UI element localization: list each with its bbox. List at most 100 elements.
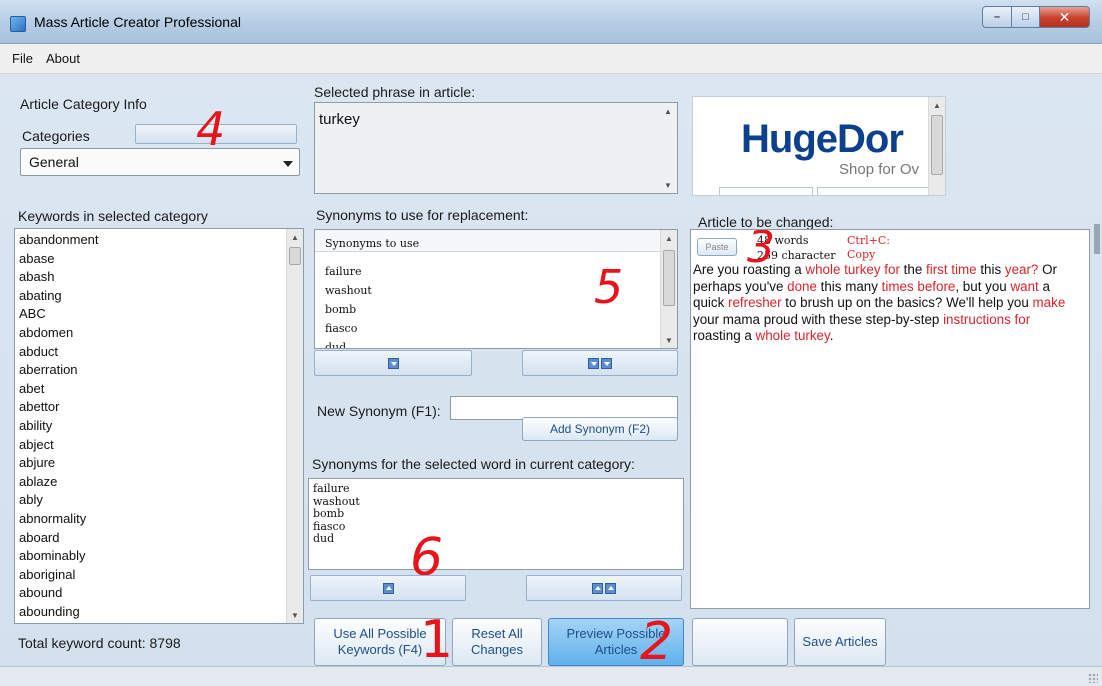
highlighted-phrase[interactable]: refresher [728, 295, 782, 310]
save-articles-button[interactable]: Save Articles [794, 618, 886, 666]
maximize-button[interactable]: □ [1012, 6, 1040, 28]
ad-tab-left [719, 187, 813, 195]
scroll-thumb[interactable] [289, 247, 301, 265]
scroll-down-icon[interactable]: ▼ [661, 332, 677, 348]
list-item[interactable]: ability [19, 417, 99, 436]
list-item[interactable]: abettor [19, 398, 99, 417]
highlighted-phrase[interactable]: whole turkey [756, 328, 830, 343]
list-item[interactable]: aboriginal [19, 566, 99, 585]
add-synonym-button[interactable]: Add Synonym (F2) [522, 417, 678, 441]
synonyms-scrollbar[interactable]: ▲ ▼ [660, 230, 677, 348]
list-item[interactable]: aberration [19, 361, 99, 380]
list-item[interactable]: failure [313, 482, 360, 496]
arrow-up-icon [605, 582, 616, 594]
scroll-down-icon[interactable]: ▼ [287, 607, 303, 623]
list-item[interactable]: abase [19, 250, 99, 269]
title-bar: Mass Article Creator Professional – □ ✕ [0, 0, 1102, 44]
ad-tab-right [817, 187, 929, 195]
arrow-down-icon [387, 357, 399, 369]
move-all-up-button[interactable] [526, 575, 682, 601]
keywords-list[interactable]: abandonment abase abash abating ABC abdo… [14, 228, 304, 624]
article-segment: . [829, 328, 834, 344]
copy-shortcut-hint: Ctrl+C: [847, 234, 890, 247]
minimize-button[interactable]: – [982, 6, 1012, 28]
list-item[interactable]: abdomen [19, 324, 99, 343]
list-item[interactable]: ablaze [19, 473, 99, 492]
synonyms-current-list[interactable]: failure washout bomb fiasco dud [308, 478, 684, 570]
close-button[interactable]: ✕ [1040, 6, 1090, 28]
selected-phrase-box[interactable]: turkey ▲ ▼ [314, 102, 678, 194]
blank-button[interactable] [692, 618, 788, 666]
highlighted-phrase[interactable]: year? [1005, 262, 1039, 277]
arrow-down-icon [588, 357, 599, 369]
scroll-up-icon[interactable]: ▲ [661, 230, 677, 246]
article-segment: this [976, 262, 1005, 277]
list-item[interactable]: abandonment [19, 231, 99, 250]
article-segment: roasting a [693, 328, 756, 344]
scroll-thumb[interactable] [663, 250, 675, 306]
highlighted-phrase[interactable]: times before [882, 279, 956, 294]
highlighted-phrase[interactable]: done [787, 279, 817, 294]
paste-button[interactable]: Paste [697, 238, 737, 256]
list-item[interactable]: abjure [19, 454, 99, 473]
move-down-button[interactable] [314, 350, 472, 376]
move-all-down-button[interactable] [522, 350, 678, 376]
synonyms-current-label: Synonyms for the selected word in curren… [312, 456, 635, 472]
list-item[interactable]: abominably [19, 547, 99, 566]
synonyms-replacement-list[interactable]: Synonyms to use failure washout bomb fia… [314, 229, 678, 349]
list-item[interactable]: abnormality [19, 510, 99, 529]
menu-file[interactable]: File [12, 51, 33, 66]
menu-bar: File About [0, 44, 1102, 74]
highlighted-phrase[interactable]: whole turkey for [805, 262, 900, 277]
list-item[interactable]: abject [19, 436, 99, 455]
ad-banner[interactable]: HugeDor Shop for Ov ▲ [692, 96, 946, 196]
phrase-scrollbar[interactable]: ▲ ▼ [660, 103, 677, 193]
highlighted-phrase[interactable]: first time [926, 262, 977, 277]
arrow-up-icon [592, 582, 603, 594]
highlighted-phrase[interactable]: want [1010, 279, 1038, 294]
scroll-up-icon[interactable]: ▲ [929, 97, 945, 113]
scroll-up-icon[interactable]: ▲ [660, 103, 676, 119]
ad-brand: HugeDor [741, 117, 904, 161]
list-item[interactable]: abash [19, 268, 99, 287]
list-item[interactable]: ably [19, 491, 99, 510]
ad-scrollbar[interactable]: ▲ [928, 97, 945, 195]
list-item[interactable]: failure [325, 262, 372, 281]
list-item[interactable]: abet [19, 380, 99, 399]
copy-button[interactable]: Copy [847, 248, 875, 261]
arrow-up-icon [382, 582, 394, 594]
move-up-button[interactable] [310, 575, 466, 601]
ad-tagline: Shop for Ov [839, 161, 920, 178]
highlighted-phrase[interactable]: instructions for [943, 312, 1030, 327]
new-synonym-label: New Synonym (F1): [317, 403, 441, 419]
scroll-up-icon[interactable]: ▲ [287, 229, 303, 245]
article-text[interactable]: Are you roasting a whole turkey for the … [693, 262, 1077, 345]
article-label: Article to be changed: [698, 214, 834, 230]
list-item[interactable]: fiasco [325, 319, 372, 338]
highlighted-phrase[interactable]: make [1033, 295, 1066, 310]
synonyms-column-header[interactable]: Synonyms to use [315, 230, 660, 252]
list-item[interactable]: abduct [19, 343, 99, 362]
reset-changes-button[interactable]: Reset All Changes [452, 618, 542, 666]
list-item[interactable]: aboard [19, 529, 99, 548]
list-item[interactable]: dud [325, 338, 372, 348]
list-item[interactable]: abounding [19, 603, 99, 622]
list-item[interactable]: abating [19, 287, 99, 306]
total-keyword-count: Total keyword count: 8798 [18, 635, 181, 651]
list-item[interactable]: washout [325, 281, 372, 300]
category-select[interactable]: General [20, 148, 300, 176]
list-item[interactable]: dud [313, 533, 360, 546]
main-client-area: Article Category Info Categories 4 Gener… [0, 74, 1102, 686]
scroll-down-icon[interactable]: ▼ [660, 177, 676, 193]
article-box[interactable]: Paste 48 words 259 character Ctrl+C: Cop… [690, 229, 1090, 609]
list-item[interactable]: abound [19, 584, 99, 603]
menu-about[interactable]: About [46, 51, 80, 66]
list-item[interactable]: ABC [19, 305, 99, 324]
keywords-scrollbar[interactable]: ▲ ▼ [286, 229, 303, 623]
list-item[interactable]: bomb [325, 300, 372, 319]
list-item[interactable]: about [19, 621, 99, 623]
scroll-thumb[interactable] [931, 115, 943, 175]
synonyms-current-items: failure washout bomb fiasco dud [313, 482, 360, 546]
resize-grip-icon[interactable] [1088, 673, 1098, 683]
list-item[interactable]: bomb [313, 508, 360, 521]
